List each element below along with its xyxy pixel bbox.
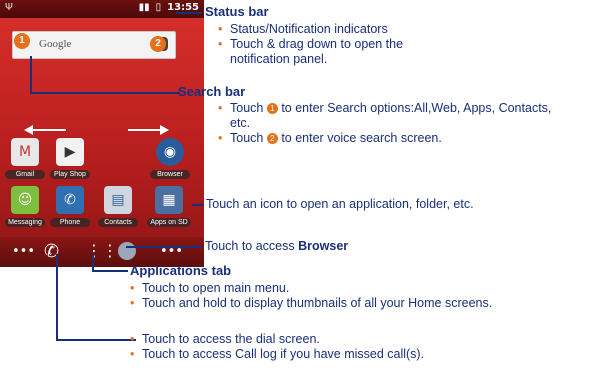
callout-line-apps-tab	[92, 270, 128, 272]
search-placeholder: Google	[39, 38, 72, 50]
contacts-icon: ▤	[104, 186, 132, 214]
app-gmail[interactable]: M Gmail	[5, 138, 45, 179]
app-phone[interactable]: ✆ Phone	[50, 186, 90, 227]
applications-tab-notes: Touch to open main menu. Touch and hold …	[130, 281, 610, 311]
dock-menu-left[interactable]: •••	[12, 244, 35, 259]
app-label: Phone	[50, 218, 90, 227]
search-note-2-pre: Touch	[230, 131, 264, 145]
search-note-1: Touch 1 to enter Search options:All,Web,…	[218, 101, 570, 131]
search-note-1-post: to enter Search options:All,Web, Apps, C…	[230, 101, 552, 130]
usb-notification-icon: Ψ	[5, 2, 13, 13]
search-note-2: Touch 2 to enter voice search screen.	[218, 131, 588, 146]
callout-vline-apps-tab	[92, 254, 94, 272]
app-contacts[interactable]: ▤ Contacts	[98, 186, 138, 227]
app-label: Apps on SD	[147, 218, 191, 227]
app-label: Play Shop	[50, 170, 90, 179]
dial-note: Touch to access Call log if you have mis…	[130, 347, 610, 362]
status-note: Touch & drag down to open the notificati…	[218, 37, 440, 67]
app-apps-on-sd[interactable]: ▦ Apps on SD	[147, 186, 191, 227]
status-bar[interactable]: Ψ ▮▮ ▯ 13:55	[0, 0, 204, 18]
swipe-left-arrowhead	[24, 125, 33, 135]
battery-icon: ▯	[155, 2, 162, 13]
callout-line-status	[176, 12, 202, 14]
callout-line-search	[30, 92, 180, 94]
signal-icon: ▮▮	[138, 2, 150, 13]
swipe-left-arrow	[32, 129, 66, 131]
swipe-right-arrowhead	[160, 125, 169, 135]
callout-vline-dial	[56, 254, 58, 341]
apps-tab-note: Touch to open main menu.	[130, 281, 610, 296]
search-bar-heading: Search bar	[178, 84, 246, 99]
status-note: Status/Notification indicators	[218, 22, 518, 37]
apps-on-sd-icon: ▦	[155, 186, 183, 214]
status-bar-notes: Status/Notification indicators Touch & d…	[218, 22, 518, 67]
app-label: Contacts	[98, 218, 138, 227]
browser-icon: ◉	[156, 138, 184, 166]
apps-tab-note: Touch and hold to display thumbnails of …	[130, 296, 610, 311]
play-shop-icon: ▶	[56, 138, 84, 166]
swipe-right-arrow	[128, 129, 160, 131]
app-messaging[interactable]: ☺ Messaging	[5, 186, 45, 227]
callout-line-icon	[192, 204, 204, 206]
app-browser[interactable]: ◉ Browser	[150, 138, 190, 179]
app-label: Messaging	[5, 218, 45, 227]
phone-home-screen: Ψ ▮▮ ▯ 13:55 Google 1 2 M Gmail ▶ Play S…	[0, 0, 204, 267]
browser-note: Touch to access Browser	[205, 239, 348, 254]
messaging-icon: ☺	[11, 186, 39, 214]
dial-notes: Touch to access the dial screen. Touch t…	[130, 332, 610, 362]
voice-search-badge[interactable]: 2	[150, 36, 166, 52]
applications-tab-heading: Applications tab	[130, 263, 232, 278]
status-bar-heading: Status bar	[205, 4, 269, 19]
callout-vline-search	[30, 56, 32, 94]
app-label: Browser	[150, 170, 190, 179]
search-options-badge[interactable]: 1	[14, 33, 30, 49]
search-bar-notes: Touch 1 to enter Search options:All,Web,…	[218, 101, 588, 146]
search-note-2-post: to enter voice search screen.	[281, 131, 442, 145]
app-label: Gmail	[5, 170, 45, 179]
browser-note-text: Touch to access	[205, 239, 295, 253]
badge-1-inline: 1	[266, 103, 278, 114]
browser-dock-icon[interactable]	[118, 242, 136, 260]
applications-tab-icon[interactable]: ⋮⋮	[86, 241, 118, 260]
icon-note: Touch an icon to open an application, fo…	[206, 197, 474, 211]
badge-2-inline: 2	[266, 133, 278, 144]
callout-line-browser	[126, 246, 202, 248]
dial-note: Touch to access the dial screen.	[130, 332, 610, 347]
app-play-shop[interactable]: ▶ Play Shop	[50, 138, 90, 179]
search-note-1-pre: Touch	[230, 101, 264, 115]
browser-note-bold: Browser	[298, 239, 349, 253]
callout-line-dial	[56, 339, 136, 341]
gmail-icon: M	[11, 138, 39, 166]
phone-icon: ✆	[56, 186, 84, 214]
